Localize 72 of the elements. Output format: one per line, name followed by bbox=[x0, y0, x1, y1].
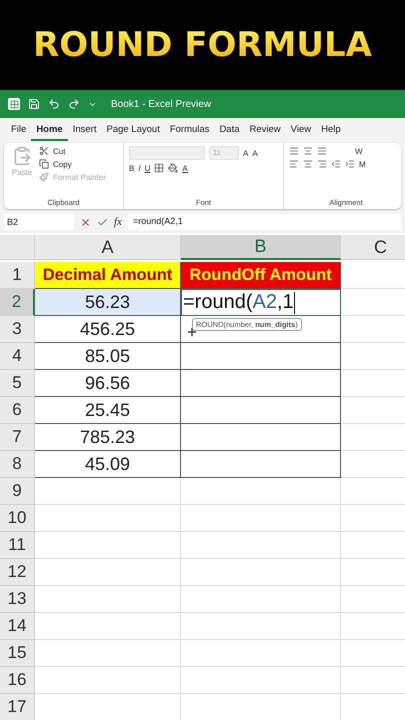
row-header[interactable]: 3 bbox=[0, 316, 35, 343]
formula-field[interactable]: =round(A2,1 bbox=[128, 214, 401, 230]
undo-icon[interactable] bbox=[48, 98, 60, 110]
font-name-field[interactable] bbox=[129, 146, 205, 160]
align-middle-icon[interactable] bbox=[303, 146, 313, 156]
row-header[interactable]: 11 bbox=[0, 532, 35, 559]
shrink-font-button[interactable]: A bbox=[252, 148, 258, 158]
italic-button[interactable]: I bbox=[138, 164, 141, 172]
cut-button[interactable]: Cut bbox=[53, 146, 66, 156]
indent-icon[interactable] bbox=[331, 159, 341, 169]
menu-tab[interactable]: Formulas bbox=[164, 120, 214, 141]
table-cell: 45.09 bbox=[35, 451, 181, 478]
menu-tab[interactable]: Insert bbox=[68, 120, 102, 141]
column-header[interactable]: A bbox=[35, 235, 181, 260]
row-header[interactable]: 15 bbox=[0, 640, 35, 667]
menu-tab[interactable]: Data bbox=[214, 120, 245, 141]
copy-icon[interactable] bbox=[39, 159, 49, 169]
row-header[interactable]: 2 bbox=[0, 289, 35, 316]
align-left-icon[interactable] bbox=[289, 159, 299, 169]
menu-tab[interactable]: Page Layout bbox=[101, 120, 165, 141]
cursor-icon bbox=[186, 326, 198, 338]
copy-button[interactable]: Copy bbox=[53, 160, 72, 168]
align-top-icon[interactable] bbox=[289, 146, 299, 156]
underline-button[interactable]: U bbox=[144, 164, 150, 172]
row-header[interactable]: 1 bbox=[0, 262, 35, 289]
wrap-text-button[interactable]: W bbox=[355, 146, 363, 156]
bold-button[interactable]: B bbox=[129, 164, 134, 172]
grow-font-button[interactable]: A bbox=[243, 148, 248, 158]
row-header[interactable]: 14 bbox=[0, 613, 35, 640]
align-bottom-icon[interactable] bbox=[317, 146, 327, 156]
font-color-button[interactable]: A bbox=[182, 164, 188, 172]
row-header[interactable]: 8 bbox=[0, 451, 35, 478]
save-icon[interactable] bbox=[28, 98, 40, 110]
column-header[interactable]: B bbox=[181, 235, 341, 260]
row-header[interactable]: 7 bbox=[0, 424, 35, 451]
merge-button[interactable]: M bbox=[359, 160, 366, 168]
menu-tab[interactable]: Help bbox=[316, 120, 346, 141]
row-header[interactable]: 5 bbox=[0, 370, 35, 397]
redo-icon[interactable] bbox=[68, 98, 80, 110]
table-cell: 85.05 bbox=[35, 343, 181, 370]
row-header[interactable]: 10 bbox=[0, 505, 35, 532]
table-cell: 56.23 bbox=[35, 289, 181, 316]
row-header[interactable]: 9 bbox=[0, 478, 35, 505]
row-header[interactable]: 4 bbox=[0, 343, 35, 370]
insert-function-button[interactable]: fx bbox=[114, 216, 122, 228]
row-header[interactable]: 13 bbox=[0, 586, 35, 613]
menu-tab[interactable]: Review bbox=[244, 120, 286, 141]
table-cell: Decimal Amount bbox=[35, 262, 181, 289]
cancel-icon[interactable] bbox=[80, 216, 91, 228]
table-cell: 25.45 bbox=[35, 397, 181, 424]
column-header[interactable]: C bbox=[341, 235, 405, 260]
scissors-icon[interactable] bbox=[39, 146, 49, 156]
table-cell: 96.56 bbox=[35, 370, 181, 397]
table-cell: 785.23 bbox=[35, 424, 181, 451]
enter-icon[interactable] bbox=[97, 216, 108, 228]
menu-tab[interactable]: View bbox=[286, 120, 316, 141]
menu-tab[interactable]: Home bbox=[31, 120, 68, 141]
row-header[interactable]: 12 bbox=[0, 559, 35, 586]
table-cell: RoundOff Amount bbox=[181, 262, 341, 289]
borders-icon[interactable] bbox=[154, 163, 164, 173]
name-box[interactable]: B2 bbox=[4, 214, 74, 230]
align-center-icon[interactable] bbox=[303, 159, 313, 169]
indent-icon[interactable] bbox=[345, 159, 355, 169]
row-header[interactable]: 17 bbox=[0, 694, 35, 720]
window-title: Book1 - Excel Preview bbox=[111, 98, 212, 110]
fill-icon[interactable] bbox=[168, 163, 178, 173]
excel-logo-icon bbox=[8, 98, 20, 110]
row-header[interactable]: 16 bbox=[0, 667, 35, 694]
menu-tab[interactable]: File bbox=[6, 120, 32, 141]
table-cell: 456.25 bbox=[35, 316, 181, 343]
align-right-icon[interactable] bbox=[317, 159, 327, 169]
row-header[interactable]: 6 bbox=[0, 397, 35, 424]
